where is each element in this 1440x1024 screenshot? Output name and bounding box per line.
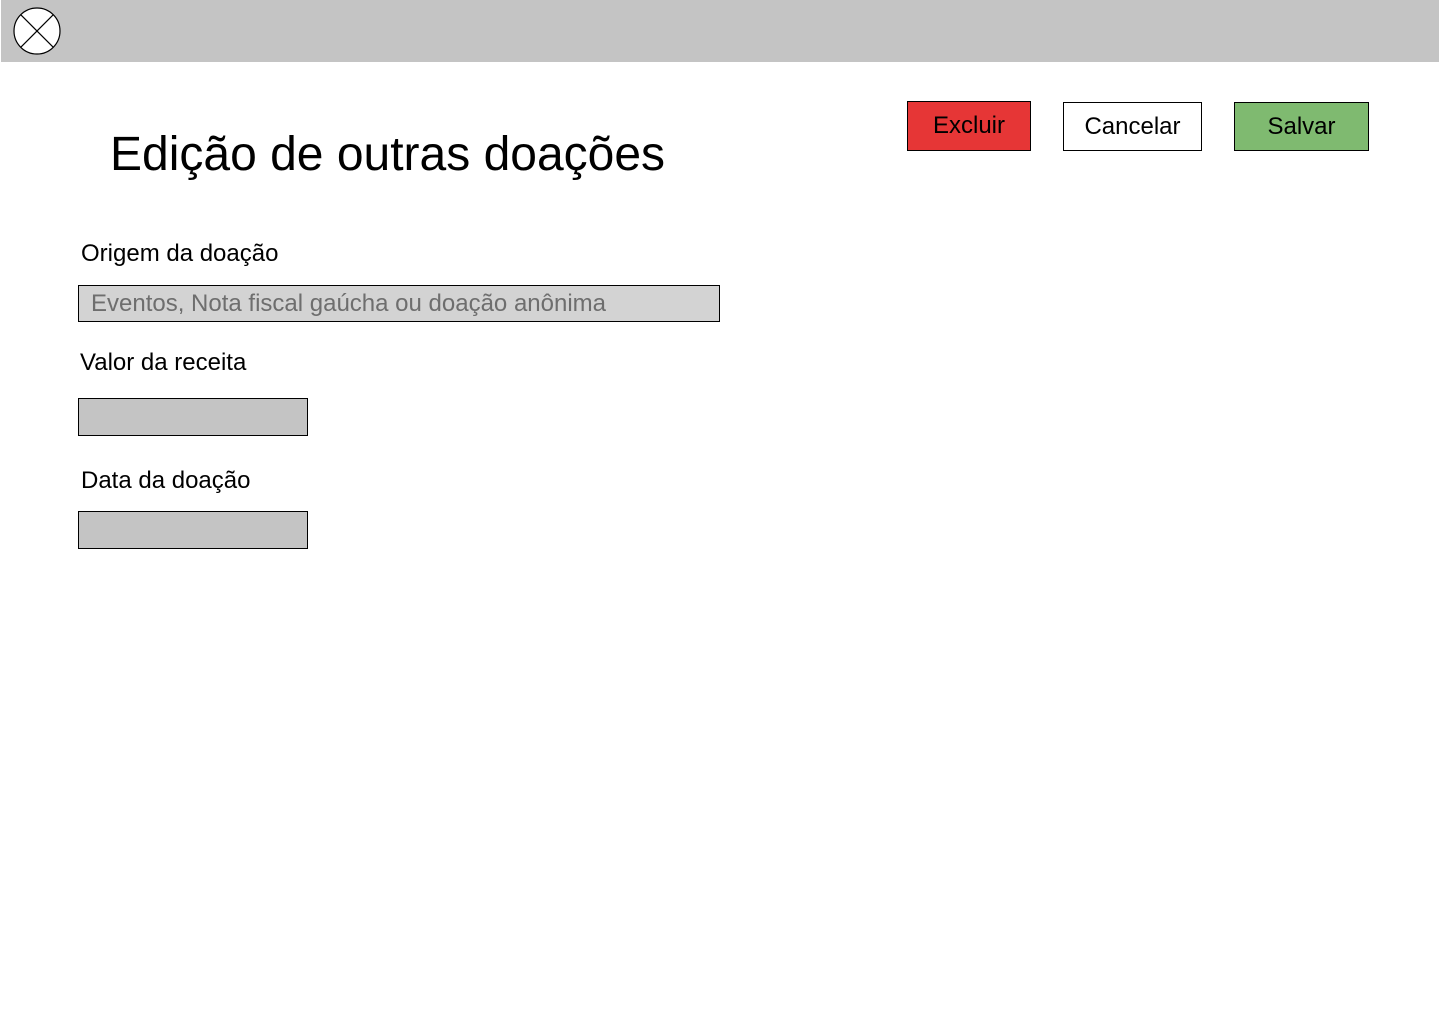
amount-label: Valor da receita <box>80 349 247 376</box>
page-title: Edição de outras doações <box>110 128 666 181</box>
circle-x-icon[interactable] <box>13 7 61 55</box>
date-label: Data da doação <box>81 467 251 494</box>
save-button[interactable]: Salvar <box>1234 102 1369 151</box>
origin-input[interactable] <box>78 285 720 322</box>
origin-label: Origem da doação <box>81 240 279 267</box>
cancel-button[interactable]: Cancelar <box>1063 102 1202 151</box>
date-input[interactable] <box>78 511 308 549</box>
amount-input[interactable] <box>78 398 308 436</box>
delete-button[interactable]: Excluir <box>907 101 1031 151</box>
top-bar <box>1 0 1439 62</box>
